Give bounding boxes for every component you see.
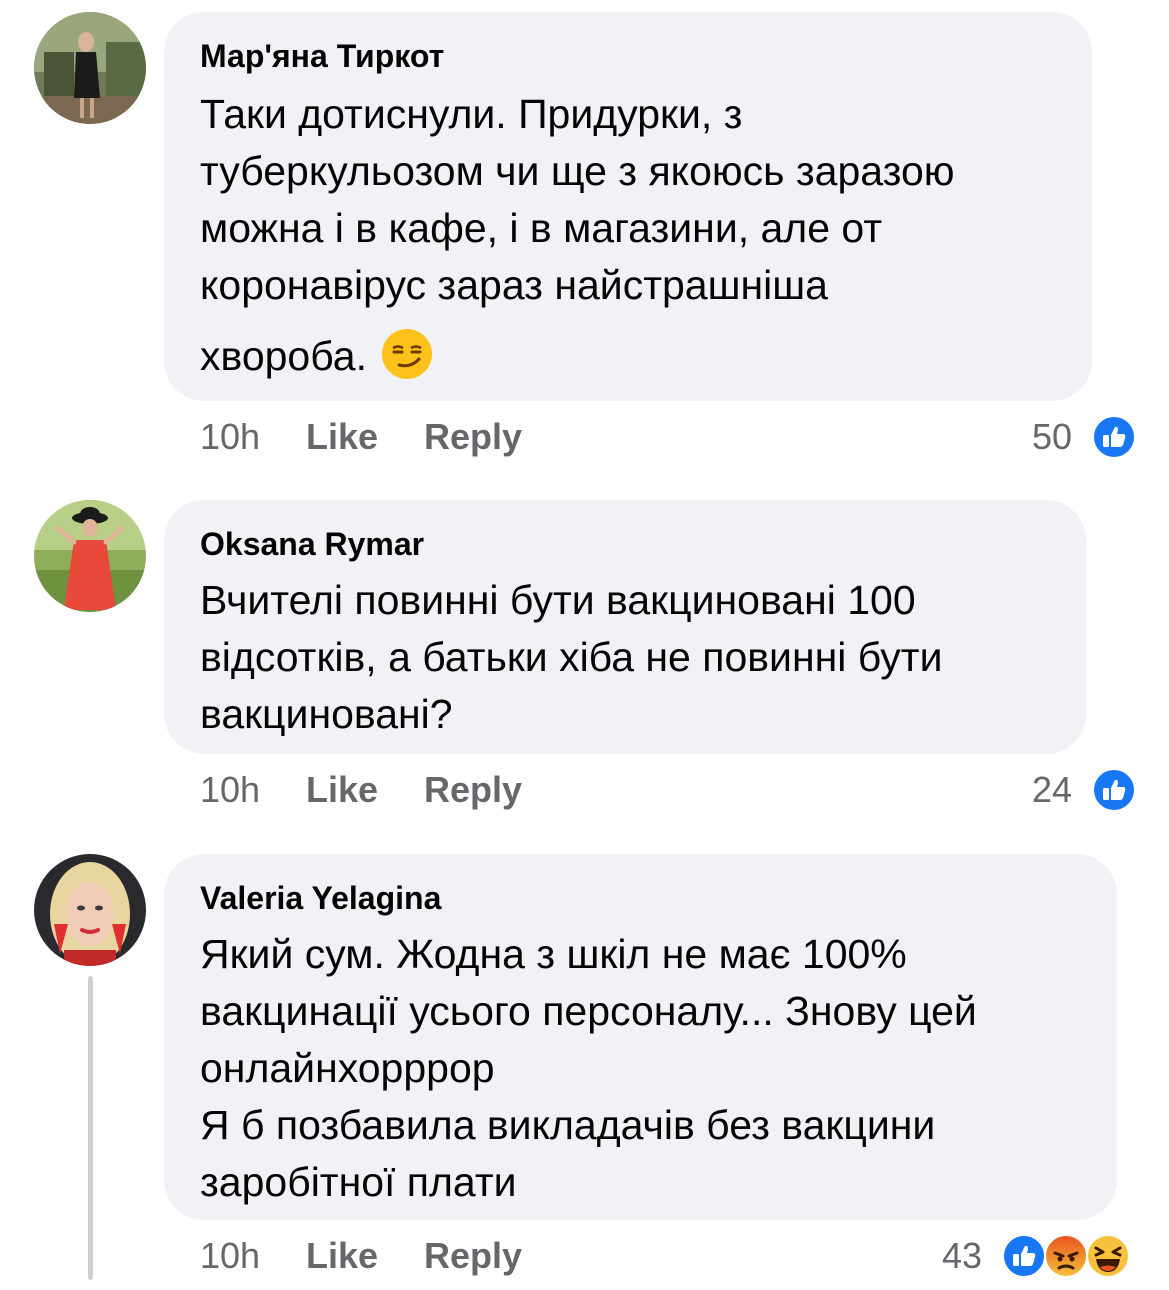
avatar[interactable] xyxy=(34,500,146,612)
comment-author[interactable]: Мар'яна Тиркот xyxy=(200,36,1056,76)
haha-reaction-icon[interactable] xyxy=(1086,1234,1130,1290)
comment-text-line: Таки дотиснули. Придурки, з xyxy=(200,91,743,137)
comment-actions: 10h Like Reply 24 xyxy=(200,766,1140,814)
comment-bubble: Oksana Rymar Вчителі повинні бути вакцин… xyxy=(164,500,1086,754)
comment-actions: 10h Like Reply 43 xyxy=(200,1232,1140,1280)
avatar[interactable] xyxy=(34,854,146,966)
reaction-count[interactable]: 43 xyxy=(942,1232,982,1280)
comment-text-line: відсотків, а батьки хіба не повинні бути xyxy=(200,634,943,680)
comment-author[interactable]: Oksana Rymar xyxy=(200,524,1050,564)
like-button[interactable]: Like xyxy=(306,413,378,461)
reply-thread-line xyxy=(88,976,93,1280)
comment-text-line: Вчителі повинні бути вакциновані 100 xyxy=(200,577,916,623)
reply-button[interactable]: Reply xyxy=(424,1232,522,1280)
like-button[interactable]: Like xyxy=(306,1232,378,1280)
like-reaction-icon[interactable] xyxy=(1002,1234,1046,1290)
comment-text-line: вакцинації усього персоналу... Знову цей xyxy=(200,988,977,1034)
comment-bubble: Мар'яна Тиркот Таки дотиснули. Придурки,… xyxy=(164,12,1092,401)
comment-text-line: Який сум. Жодна з шкіл не має 100% xyxy=(200,931,907,977)
comment-bubble: Valeria Yelagina Який сум. Жодна з шкіл … xyxy=(164,854,1117,1220)
comment-timestamp[interactable]: 10h xyxy=(200,766,260,814)
comment-timestamp[interactable]: 10h xyxy=(200,1232,260,1280)
comment-text-line: можна і в кафе, і в магазини, але от xyxy=(200,205,883,251)
comment-actions: 10h Like Reply 50 xyxy=(200,413,1140,461)
comment-text: хвороба. xyxy=(200,333,367,379)
angry-reaction-icon[interactable] xyxy=(1044,1234,1088,1290)
comment-text-line: коронавірус зараз найстрашніша xyxy=(200,262,828,308)
comment-text-line: онлайнхорррор xyxy=(200,1045,495,1091)
comment-text-line: туберкульозом чи ще з якоюсь заразою xyxy=(200,148,955,194)
comment-text-line-last: хвороба. xyxy=(200,328,1056,395)
avatar[interactable] xyxy=(34,12,146,124)
comment-timestamp[interactable]: 10h xyxy=(200,413,260,461)
like-reaction-icon[interactable] xyxy=(1092,768,1136,824)
comment-text-line: заробітної плати xyxy=(200,1159,517,1205)
comment-text-line: Я б позбавила викладачів без вакцини xyxy=(200,1102,936,1148)
reply-button[interactable]: Reply xyxy=(424,413,522,461)
reply-button[interactable]: Reply xyxy=(424,766,522,814)
like-button[interactable]: Like xyxy=(306,766,378,814)
like-reaction-icon[interactable] xyxy=(1092,415,1136,471)
reaction-count[interactable]: 24 xyxy=(1032,766,1072,814)
reaction-count[interactable]: 50 xyxy=(1032,413,1072,461)
comment-text-line: вакциновані? xyxy=(200,691,453,737)
comment-author[interactable]: Valeria Yelagina xyxy=(200,878,1081,918)
smirking-face-icon xyxy=(381,328,433,395)
